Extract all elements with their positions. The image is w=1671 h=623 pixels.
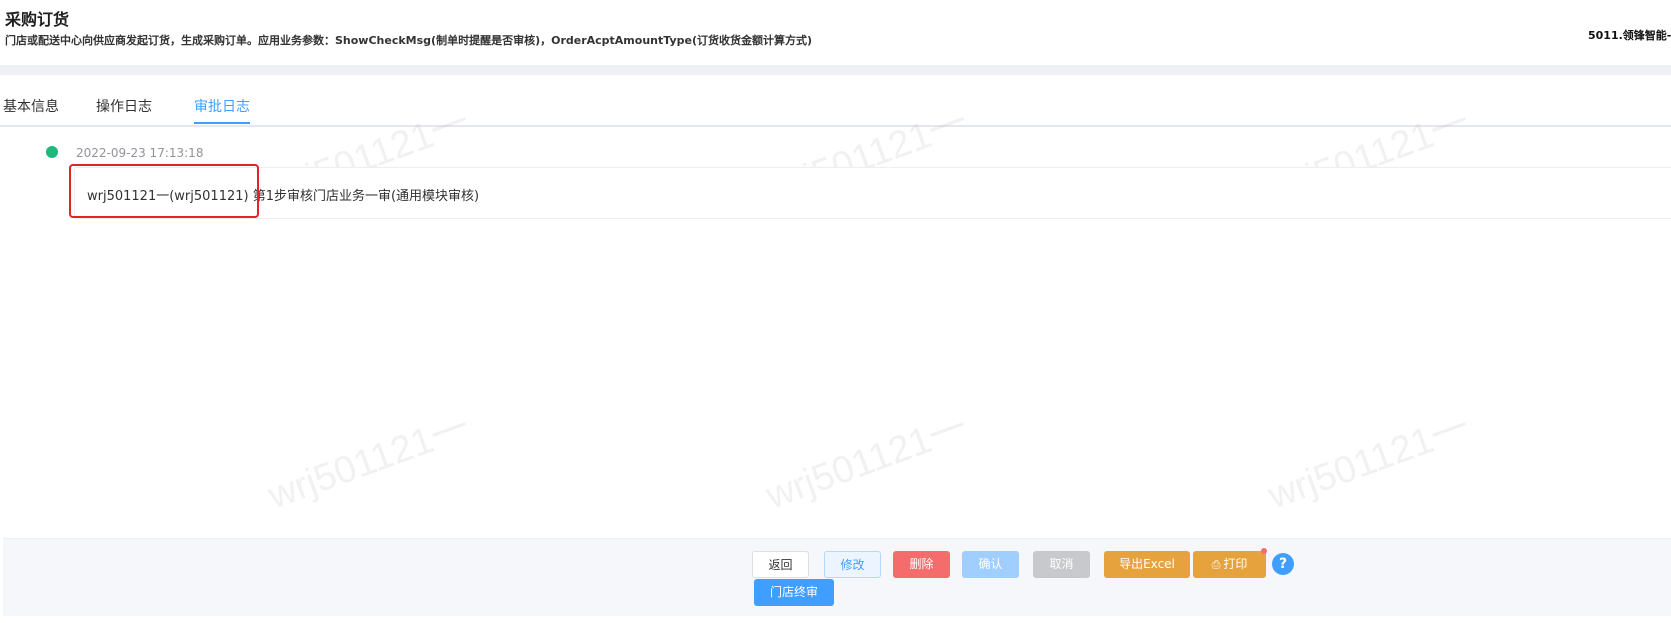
- cancel-button[interactable]: 取消: [1033, 551, 1090, 578]
- print-button[interactable]: ⎙ 打印: [1193, 551, 1266, 578]
- tab-approval-log[interactable]: 审批日志: [194, 96, 250, 116]
- timeline-timestamp: 2022-09-23 17:13:18: [76, 146, 204, 160]
- watermark: wrj501121一: [760, 405, 973, 518]
- page-description: 门店或配送中心向供应商发起订货，生成采购订单。应用业务参数：ShowCheckM…: [5, 34, 813, 47]
- header-divider: [0, 65, 1671, 75]
- confirm-button[interactable]: 确认: [962, 551, 1019, 578]
- timeline-card: wrj501121一(wrj501121) 第1步审核门店业务一审(通用模块审核…: [74, 167, 1671, 219]
- timeline-dot: [46, 146, 58, 158]
- delete-button[interactable]: 删除: [893, 551, 950, 578]
- timeline-content: wrj501121一(wrj501121) 第1步审核门店业务一审(通用模块审核…: [87, 189, 480, 204]
- help-icon[interactable]: ?: [1272, 553, 1294, 575]
- edit-button[interactable]: 修改: [824, 551, 881, 578]
- org-name: 5011.领锋智能-: [1588, 29, 1671, 42]
- print-label: 打印: [1223, 557, 1248, 571]
- action-footer: 返回 修改 删除 确认 取消 导出Excel ⎙ 打印 ? 门店终审: [3, 538, 1671, 616]
- active-tab-indicator: [194, 122, 250, 124]
- page-header: 采购订货 门店或配送中心向供应商发起订货，生成采购订单。应用业务参数：ShowC…: [0, 0, 1671, 64]
- export-excel-button[interactable]: 导出Excel: [1104, 551, 1190, 578]
- store-final-approval-button[interactable]: 门店终审: [754, 579, 834, 606]
- tab-bar: 基本信息 操作日志 审批日志: [0, 82, 1671, 127]
- tab-operation-log[interactable]: 操作日志: [96, 96, 152, 116]
- printer-icon: ⎙: [1211, 558, 1221, 571]
- back-button[interactable]: 返回: [752, 551, 809, 578]
- watermark: wrj501121一: [1262, 405, 1475, 518]
- page-title: 采购订货: [5, 10, 70, 29]
- tab-basic-info[interactable]: 基本信息: [3, 96, 59, 116]
- card-left-border: [74, 168, 75, 218]
- watermark: wrj501121一: [262, 405, 475, 518]
- notification-dot: [1261, 548, 1267, 554]
